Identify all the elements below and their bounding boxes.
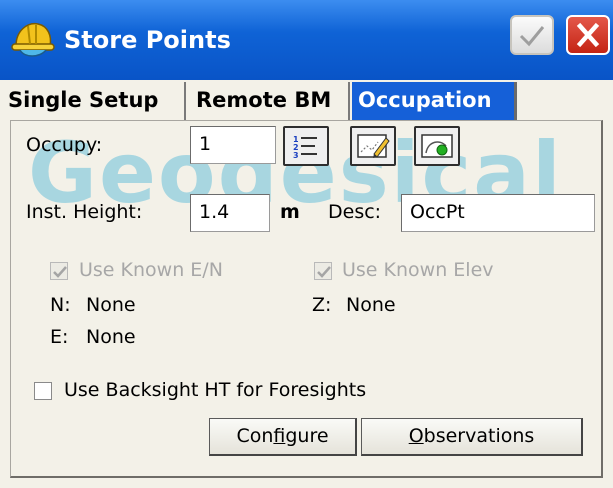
configure-button[interactable]: Configure [209, 418, 357, 456]
tab-occupation[interactable]: Occupation [352, 82, 517, 120]
observations-button[interactable]: Observations [361, 418, 583, 456]
map-select-button[interactable] [350, 126, 396, 166]
inst-height-input[interactable]: 1.4 [190, 194, 270, 232]
occupy-label: Occupy: [26, 134, 103, 156]
svg-text:3: 3 [293, 151, 299, 160]
use-known-en-checkbox[interactable] [50, 262, 68, 280]
tab-strip: Single Setup Remote BM Occupation [0, 80, 613, 120]
configure-label-pre: Con [236, 425, 274, 447]
checkmark-icon [53, 266, 67, 278]
use-known-elev-label: Use Known Elev [342, 259, 494, 281]
configure-label-post: igure [285, 425, 329, 447]
backsight-ht-checkbox[interactable] [34, 382, 52, 400]
east-value: None [86, 326, 136, 348]
window-title: Store Points [64, 26, 231, 54]
use-known-elev-checkbox[interactable] [314, 262, 332, 280]
backsight-ht-label: Use Backsight HT for Foresights [64, 379, 367, 401]
north-value: None [86, 294, 136, 316]
instrument-icon [421, 134, 453, 158]
checkmark-icon [317, 266, 331, 278]
elev-value: None [346, 294, 396, 316]
tab-remote-bm[interactable]: Remote BM [190, 82, 350, 120]
close-button[interactable] [566, 15, 610, 55]
north-label: N: [50, 294, 71, 316]
observations-label-post: bservations [423, 425, 535, 447]
point-list-button[interactable]: 1 2 3 [283, 126, 329, 166]
inst-height-label: Inst. Height: [26, 201, 143, 223]
title-bar: Store Points [0, 0, 613, 80]
use-known-en-label: Use Known E/N [79, 259, 223, 281]
elev-label: Z: [312, 294, 332, 316]
occupy-input[interactable]: 1 [190, 126, 276, 164]
desc-input[interactable]: OccPt [401, 194, 595, 232]
desc-label: Desc: [328, 201, 382, 223]
instrument-button[interactable] [414, 126, 460, 166]
hardhat-person-icon [10, 16, 58, 60]
map-edit-icon [357, 134, 390, 158]
checkmark-icon [519, 26, 545, 47]
store-points-window: Store Points Single Setup Remote BM Occu… [0, 0, 613, 488]
close-x-icon [576, 22, 600, 48]
numbered-list-icon: 1 2 3 [293, 135, 317, 160]
east-label: E: [50, 326, 69, 348]
ok-button[interactable] [510, 15, 554, 55]
observations-label-key: O [408, 425, 424, 447]
configure-label-key: f [273, 425, 286, 447]
tab-single-setup[interactable]: Single Setup [2, 82, 186, 120]
inst-height-unit: m [280, 201, 300, 223]
